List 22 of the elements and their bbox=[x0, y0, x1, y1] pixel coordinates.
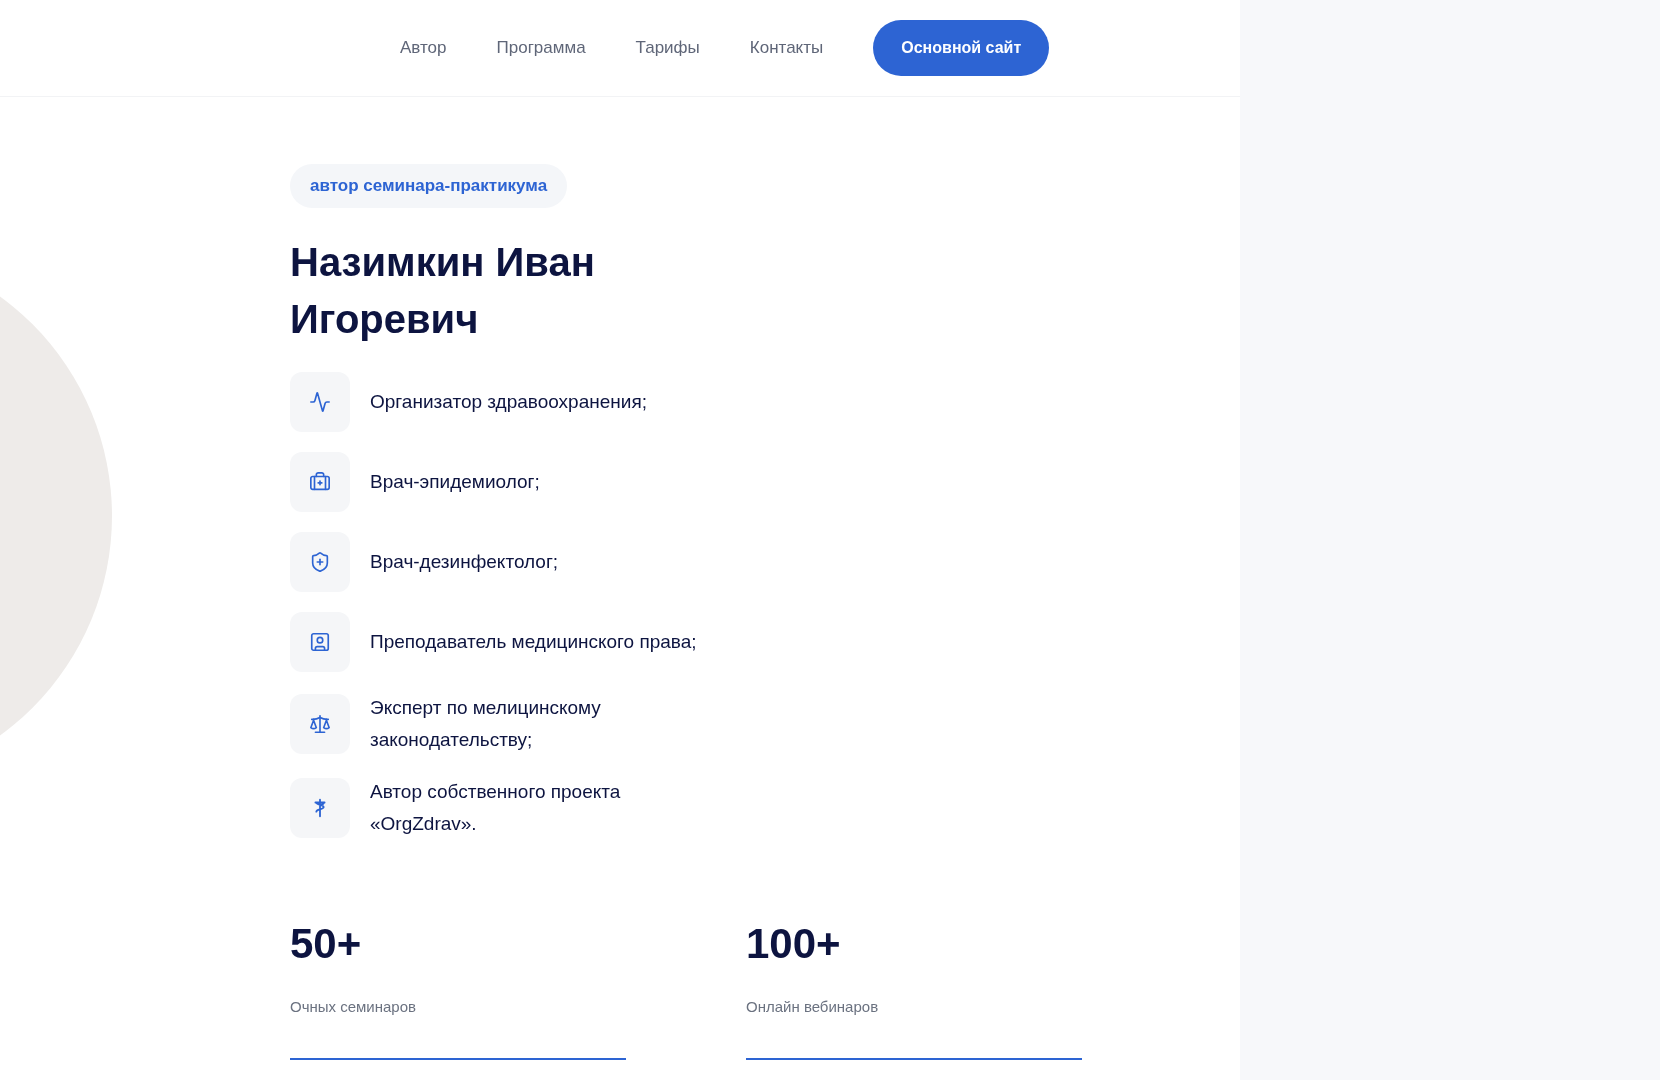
role-text: Преподаватель медицинского права; bbox=[370, 629, 698, 654]
nav-link[interactable]: Программа bbox=[496, 35, 586, 61]
role-text: Врач-дезинфектолог; bbox=[370, 549, 560, 574]
scales-icon bbox=[309, 712, 331, 735]
role-text: Эксперт по мелицинскому законодательству; bbox=[370, 695, 602, 752]
author-tag: автор семинара-практикума bbox=[290, 164, 568, 208]
stat-value: 50+ bbox=[290, 919, 363, 968]
author-name: Назимкин Иван Игоревич bbox=[290, 238, 596, 343]
nav-link[interactable]: Автор bbox=[400, 35, 447, 61]
medical-case-icon bbox=[309, 470, 331, 493]
stat-label: Очных семинаров bbox=[290, 996, 418, 1017]
role-text: Организатор здравоохранения; bbox=[370, 389, 648, 414]
shield-plus-icon bbox=[309, 550, 331, 573]
stat-label: Онлайн вебинаров bbox=[746, 996, 880, 1017]
role-text: Автор собственного проекта «OrgZdrav». bbox=[370, 779, 622, 836]
stat-value: 100+ bbox=[746, 919, 842, 968]
main-site-button[interactable]: Основной сайт bbox=[873, 20, 1050, 76]
role-text: Врач-эпидемиолог; bbox=[370, 469, 541, 494]
pulse-icon bbox=[309, 390, 331, 413]
nav-link[interactable]: Тарифы bbox=[635, 35, 700, 61]
nav-link[interactable]: Контакты bbox=[749, 35, 824, 61]
id-badge-icon bbox=[309, 630, 331, 653]
